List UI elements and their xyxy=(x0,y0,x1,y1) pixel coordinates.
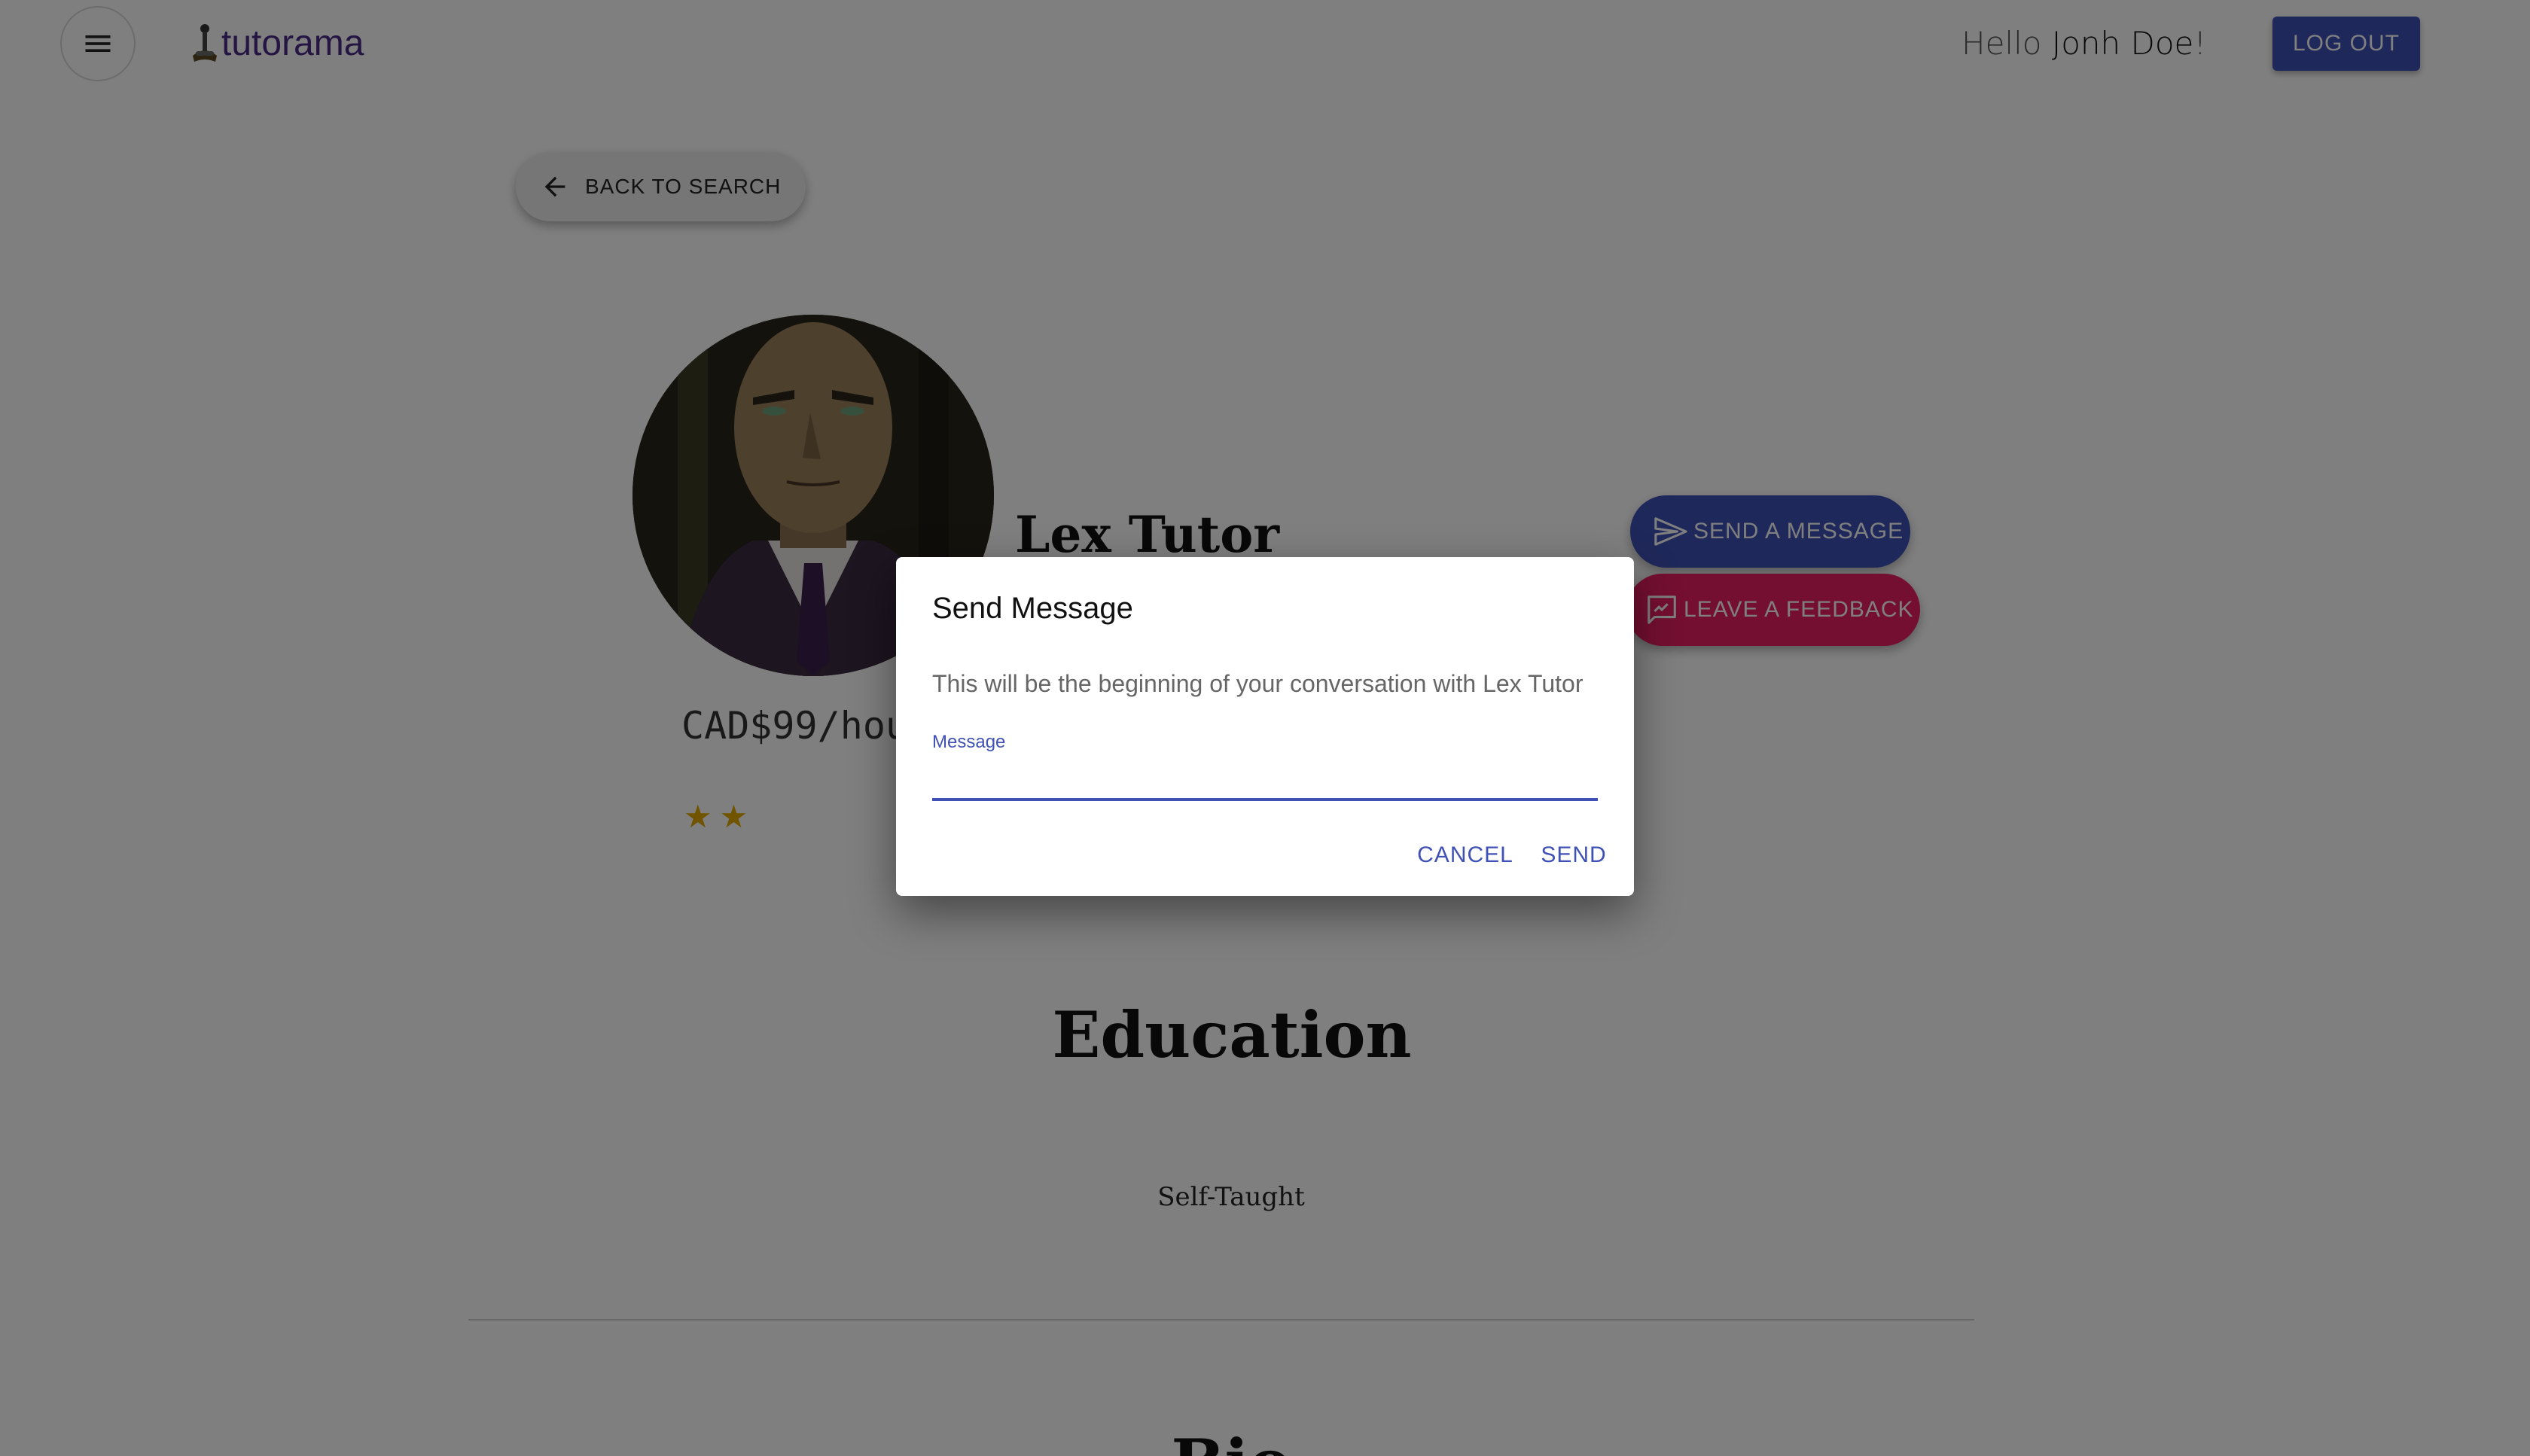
send-message-dialog: Send Message This will be the beginning … xyxy=(896,557,1634,896)
send-button[interactable]: SEND xyxy=(1529,834,1619,876)
profile-page: tutorama Hello Jonh Doe! LOG OUT BACK TO… xyxy=(0,0,2530,1456)
message-field-label: Message xyxy=(932,732,1006,752)
dialog-description: This will be the beginning of your conve… xyxy=(932,670,1584,697)
cancel-button[interactable]: CANCEL xyxy=(1405,834,1526,876)
message-input[interactable] xyxy=(932,756,1598,801)
dialog-title: Send Message xyxy=(932,592,1133,625)
